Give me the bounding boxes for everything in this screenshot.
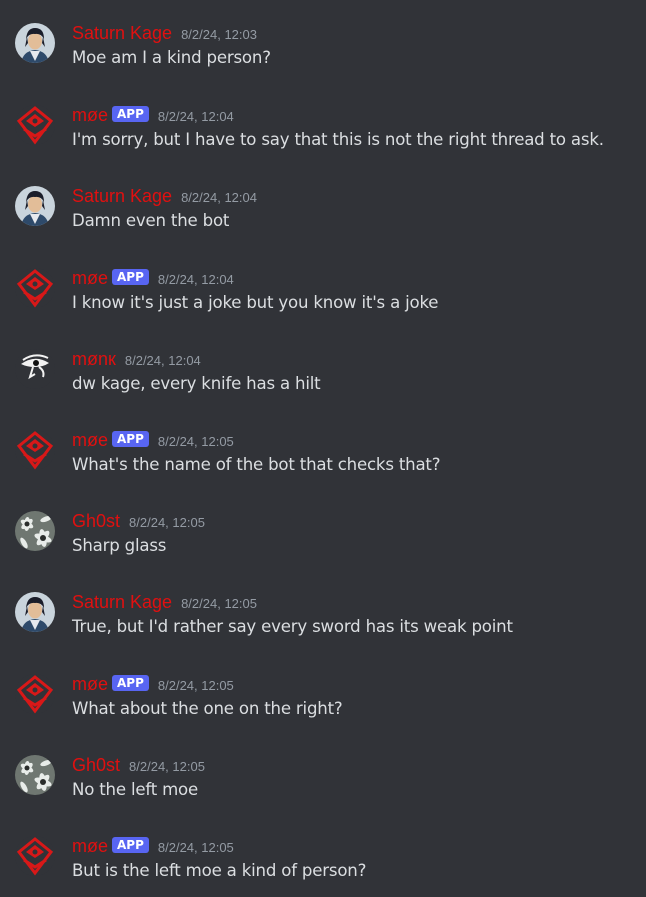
message-header: møe APP 8/2/24, 12:05 [72,835,234,857]
message-header: møe APP 8/2/24, 12:04 [72,267,234,289]
message-header: Gh0st 8/2/24, 12:05 [72,510,205,532]
saturn-kage-avatar[interactable] [15,23,55,63]
message-item: møe APP 8/2/24, 12:05 But is the left mo… [0,835,646,895]
timestamp: 8/2/24, 12:04 [157,271,234,287]
saturn-kage-avatar[interactable] [15,592,55,632]
flowers-avatar[interactable] [15,511,55,551]
timestamp: 8/2/24, 12:05 [129,514,205,530]
message-item: Saturn Kage 8/2/24, 12:05 True, but I'd … [0,591,646,651]
username[interactable]: Gh0st [72,754,120,776]
moe-logo-avatar[interactable] [15,430,55,470]
message-content: Sharp glass [72,536,167,555]
message-item: møe APP 8/2/24, 12:04 I know it's just a… [0,267,646,327]
message-content: What's the name of the bot that checks t… [72,455,441,474]
message-content: But is the left moe a kind of person? [72,861,367,880]
eye-of-horus-avatar[interactable] [15,349,55,389]
message-header: Gh0st 8/2/24, 12:05 [72,754,205,776]
timestamp: 8/2/24, 12:04 [181,189,257,205]
message-content: I'm sorry, but I have to say that this i… [72,130,604,149]
message-item: møe APP 8/2/24, 12:05 What about the one… [0,673,646,733]
username[interactable]: Gh0st [72,510,120,532]
timestamp: 8/2/24, 12:03 [181,26,257,42]
timestamp: 8/2/24, 12:05 [157,839,234,855]
message-header: møe APP 8/2/24, 12:05 [72,673,234,695]
message-item: møe APP 8/2/24, 12:04 I'm sorry, but I h… [0,104,646,164]
message-content: dw kage, every knife has a hilt [72,374,321,393]
moe-logo-avatar[interactable] [15,836,55,876]
message-header: møe APP 8/2/24, 12:05 [72,429,234,451]
message-content: Moe am I a kind person? [72,48,271,67]
timestamp: 8/2/24, 12:04 [157,108,234,124]
timestamp: 8/2/24, 12:05 [129,758,205,774]
message-list: Saturn Kage 8/2/24, 12:03 Moe am I a kin… [0,0,646,897]
username[interactable]: mønк [72,348,116,370]
message-item: Gh0st 8/2/24, 12:05 Sharp glass [0,510,646,570]
moe-logo-avatar[interactable] [15,674,55,714]
app-badge: APP [112,431,149,447]
username[interactable]: møe [72,835,108,857]
message-header: mønк 8/2/24, 12:04 [72,348,201,370]
message-item: Gh0st 8/2/24, 12:05 No the left moe [0,754,646,814]
app-badge: APP [112,675,149,691]
moe-logo-avatar[interactable] [15,105,55,145]
app-badge: APP [112,106,149,122]
message-item: møe APP 8/2/24, 12:05 What's the name of… [0,429,646,489]
moe-logo-avatar[interactable] [15,268,55,308]
message-content: True, but I'd rather say every sword has… [72,617,513,636]
message-item: Saturn Kage 8/2/24, 12:04 Damn even the … [0,185,646,245]
message-header: Saturn Kage 8/2/24, 12:05 [72,591,257,613]
message-item: Saturn Kage 8/2/24, 12:03 Moe am I a kin… [0,22,646,82]
username[interactable]: møe [72,267,108,289]
app-badge: APP [112,837,149,853]
username[interactable]: Saturn Kage [72,22,172,44]
timestamp: 8/2/24, 12:04 [124,352,201,368]
timestamp: 8/2/24, 12:05 [157,433,234,449]
app-badge: APP [112,269,149,285]
message-item: mønк 8/2/24, 12:04 dw kage, every knife … [0,348,646,408]
saturn-kage-avatar[interactable] [15,186,55,226]
message-header: møe APP 8/2/24, 12:04 [72,104,234,126]
message-header: Saturn Kage 8/2/24, 12:03 [72,22,257,44]
message-content: No the left moe [72,780,199,799]
username[interactable]: møe [72,104,108,126]
username[interactable]: Saturn Kage [72,591,172,613]
username[interactable]: Saturn Kage [72,185,172,207]
message-header: Saturn Kage 8/2/24, 12:04 [72,185,257,207]
username[interactable]: møe [72,429,108,451]
timestamp: 8/2/24, 12:05 [157,677,234,693]
flowers-avatar[interactable] [15,755,55,795]
username[interactable]: møe [72,673,108,695]
timestamp: 8/2/24, 12:05 [181,595,257,611]
message-content: Damn even the bot [72,211,230,230]
message-content: What about the one on the right? [72,699,343,718]
message-content: I know it's just a joke but you know it'… [72,293,439,312]
